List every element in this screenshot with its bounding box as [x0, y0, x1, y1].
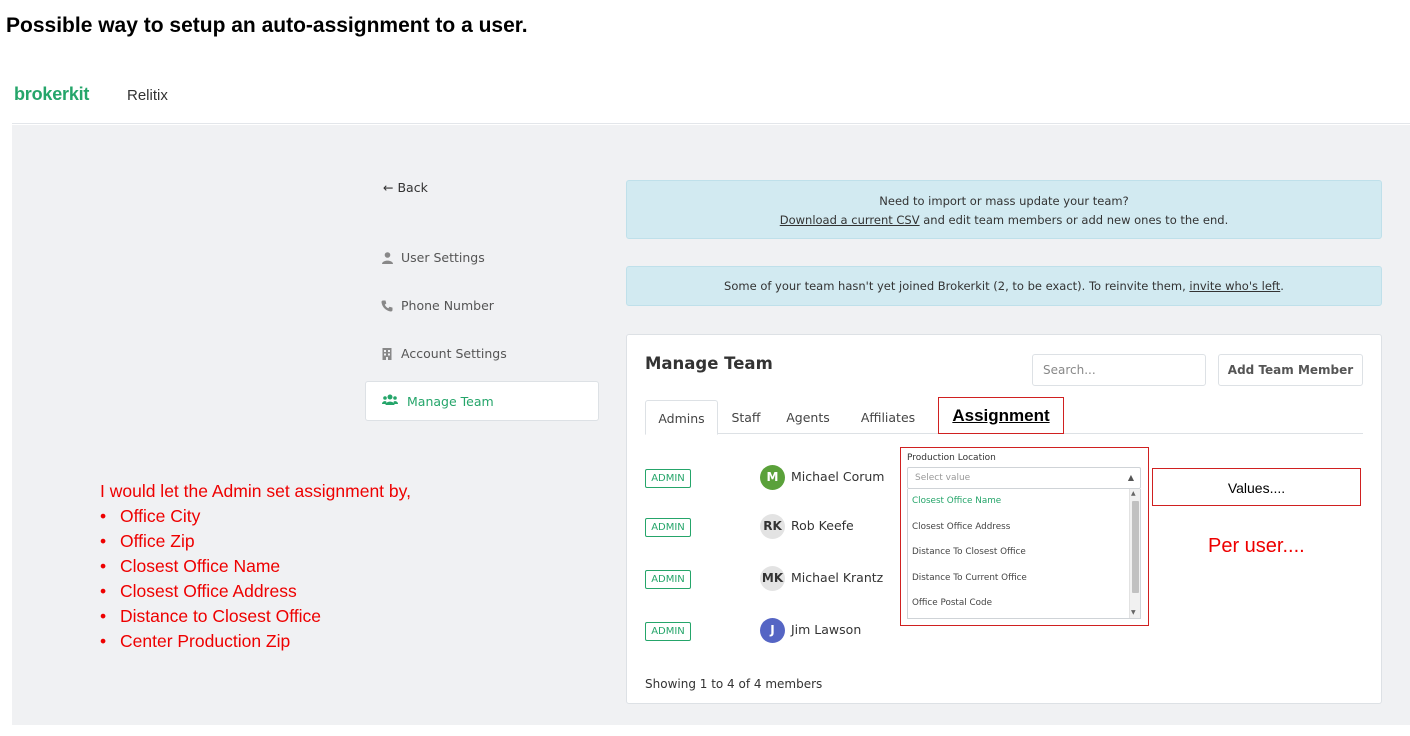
sidebar-item-label: User Settings	[401, 250, 485, 265]
arrow-left-icon: ←	[383, 180, 394, 195]
sidebar-item-label: Phone Number	[401, 298, 494, 313]
dropdown-option[interactable]: Closest Office Name	[912, 496, 1001, 506]
avatar[interactable]: RK	[760, 514, 785, 539]
sidebar-item-label: Manage Team	[407, 393, 494, 409]
annotation-bullet: Closest Office Address	[100, 579, 411, 604]
annotation-bullet: Office Zip	[100, 529, 411, 554]
import-alert-line2: Download a current CSV and edit team mem…	[627, 211, 1381, 230]
scroll-down-icon[interactable]: ▼	[1131, 609, 1136, 616]
sidebar-item-user-settings[interactable]: User Settings	[381, 250, 485, 265]
invite-alert-text: Some of your team hasn't yet joined Brok…	[724, 279, 1190, 293]
avatar[interactable]: J	[760, 618, 785, 643]
avatar[interactable]: MK	[760, 566, 785, 591]
invite-link[interactable]: invite who's left	[1189, 279, 1280, 293]
download-csv-link[interactable]: Download a current CSV	[780, 213, 920, 227]
add-team-member-button[interactable]: Add Team Member	[1218, 354, 1363, 386]
chevron-up-icon: ▲	[1127, 473, 1134, 482]
sidebar-item-phone-number[interactable]: Phone Number	[381, 298, 494, 313]
dropdown-label: Production Location	[907, 453, 996, 463]
annotation-list: Office City Office Zip Closest Office Na…	[100, 504, 411, 654]
dropdown-scrollbar[interactable]: ▲ ▼	[1129, 489, 1140, 618]
status-badge: ADMIN	[645, 570, 691, 589]
pagination-summary: Showing 1 to 4 of 4 members	[645, 677, 823, 691]
dropdown-option[interactable]: Distance To Current Office	[912, 573, 1027, 583]
member-name[interactable]: Jim Lawson	[791, 622, 861, 637]
production-location-dropdown: Production Location Select value ▲ Close…	[900, 447, 1149, 626]
tab-affiliates[interactable]: Affiliates	[849, 400, 927, 434]
dropdown-option[interactable]: Office Postal Code	[912, 598, 992, 608]
back-label: Back	[397, 180, 428, 195]
tab-staff[interactable]: Staff	[724, 400, 768, 434]
annotation-bullet: Closest Office Name	[100, 554, 411, 579]
dropdown-option[interactable]: Distance To Closest Office	[912, 547, 1026, 557]
building-icon	[381, 347, 393, 360]
back-link[interactable]: ← Back	[383, 180, 428, 195]
annotation-bullet: Office City	[100, 504, 411, 529]
sidebar-item-manage-team[interactable]: Manage Team	[365, 381, 599, 421]
import-alert-line1: Need to import or mass update your team?	[879, 194, 1129, 208]
import-alert-rest: and edit team members or add new ones to…	[919, 213, 1229, 227]
page-title: Manage Team	[645, 354, 773, 373]
avatar[interactable]: M	[760, 465, 785, 490]
sidebar-item-account-settings[interactable]: Account Settings	[381, 346, 507, 361]
member-name[interactable]: Rob Keefe	[791, 518, 854, 533]
status-badge: ADMIN	[645, 469, 691, 488]
user-icon	[381, 251, 393, 264]
top-nav-bar: brokerkit Relitix	[12, 82, 1410, 124]
phone-icon	[381, 300, 393, 312]
annotation-bullet: Distance to Closest Office	[100, 604, 411, 629]
tab-assignment[interactable]: Assignment	[938, 397, 1064, 434]
invite-alert-end: .	[1280, 279, 1284, 293]
select-placeholder: Select value	[915, 473, 971, 483]
brokerkit-logo[interactable]: brokerkit	[14, 84, 89, 105]
tab-admins[interactable]: Admins	[645, 400, 718, 435]
sidebar-item-label: Account Settings	[401, 346, 507, 361]
org-name[interactable]: Relitix	[127, 87, 168, 104]
select-value-input[interactable]: Select value ▲	[907, 467, 1141, 489]
values-callout: Values....	[1152, 468, 1361, 506]
assignment-annotation: I would let the Admin set assignment by,…	[100, 479, 411, 654]
invite-alert: Some of your team hasn't yet joined Brok…	[626, 266, 1382, 306]
per-user-note: Per user....	[1208, 535, 1305, 557]
users-icon	[382, 394, 398, 409]
status-badge: ADMIN	[645, 622, 691, 641]
scrollbar-thumb[interactable]	[1132, 501, 1139, 593]
tab-agents[interactable]: Agents	[778, 400, 838, 434]
annotation-intro: I would let the Admin set assignment by,	[100, 481, 411, 501]
member-name[interactable]: Michael Corum	[791, 469, 884, 484]
import-alert: Need to import or mass update your team?…	[626, 180, 1382, 239]
dropdown-options-list: Closest Office Name Closest Office Addre…	[907, 489, 1141, 619]
member-name[interactable]: Michael Krantz	[791, 570, 883, 585]
annotation-bullet: Center Production Zip	[100, 629, 411, 654]
scroll-up-icon[interactable]: ▲	[1131, 490, 1136, 497]
slide-title: Possible way to setup an auto-assignment…	[6, 14, 528, 37]
status-badge: ADMIN	[645, 518, 691, 537]
search-input[interactable]	[1032, 354, 1206, 386]
dropdown-option[interactable]: Closest Office Address	[912, 522, 1010, 532]
